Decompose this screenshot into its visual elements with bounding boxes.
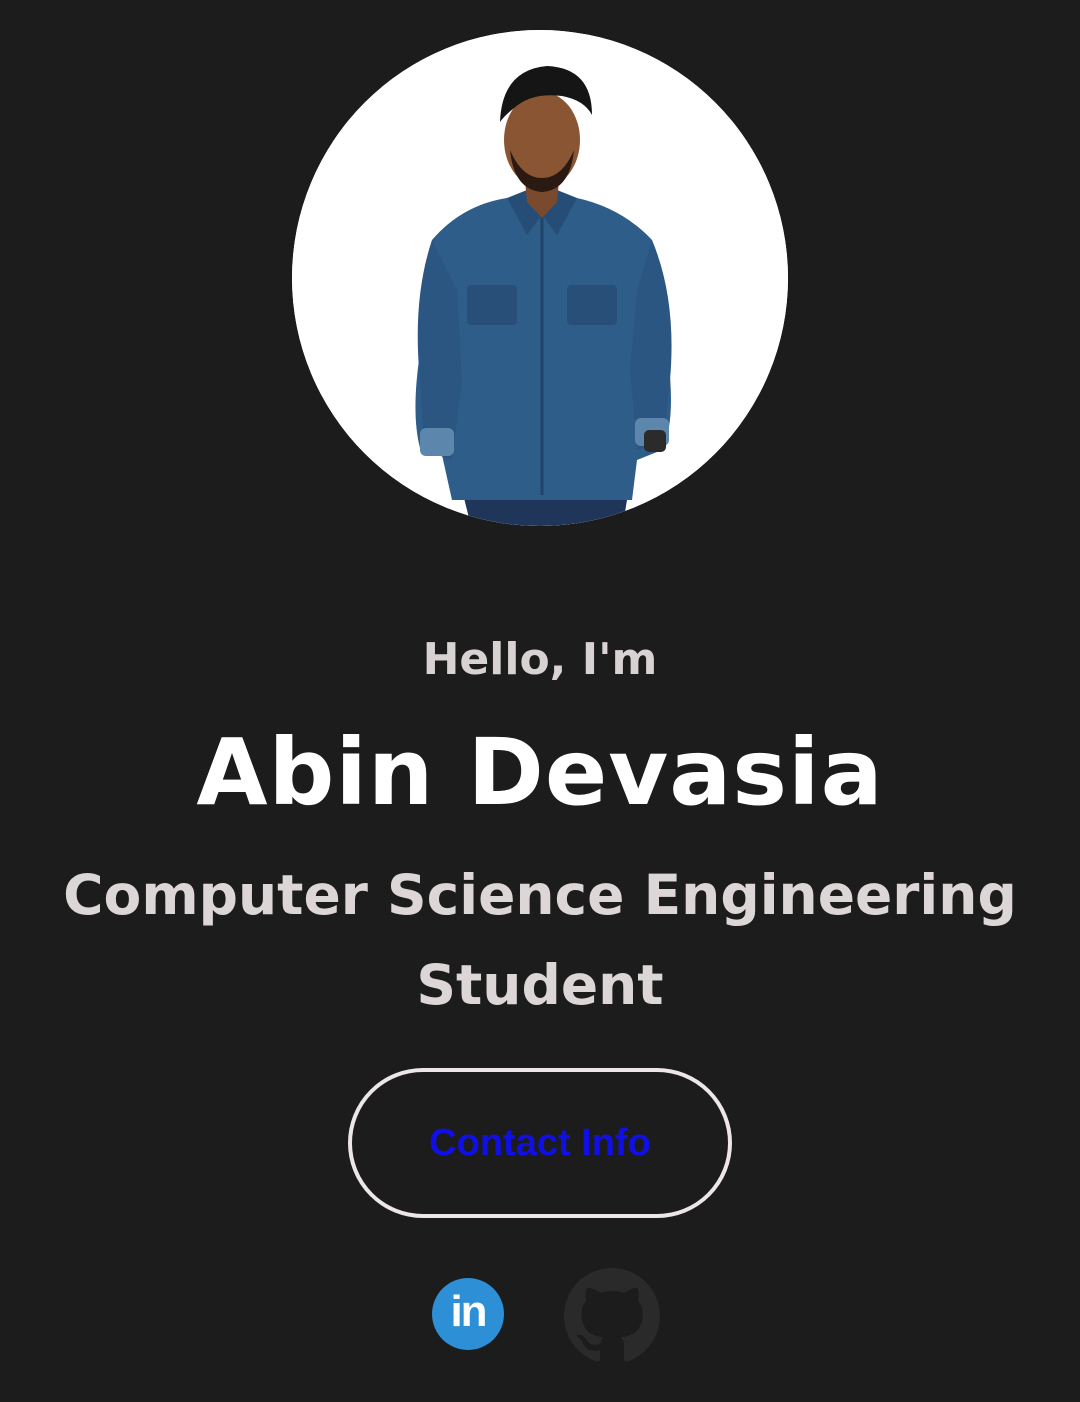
profile-subtitle: Computer Science Engineering Student — [63, 863, 1017, 1017]
greeting-text: Hello, I'm — [422, 634, 658, 685]
contact-info-button[interactable]: Contact Info — [348, 1068, 732, 1218]
contact-info-label: Contact Info — [429, 1121, 651, 1164]
profile-photo — [292, 30, 788, 526]
github-icon-graphic — [564, 1268, 660, 1362]
profile-photo-illustration — [292, 30, 788, 526]
github-icon[interactable] — [564, 1268, 660, 1364]
linkedin-icon[interactable]: in — [432, 1278, 504, 1350]
linkedin-icon-text: in — [450, 1287, 487, 1336]
profile-name: Abin Devasia — [196, 719, 884, 826]
